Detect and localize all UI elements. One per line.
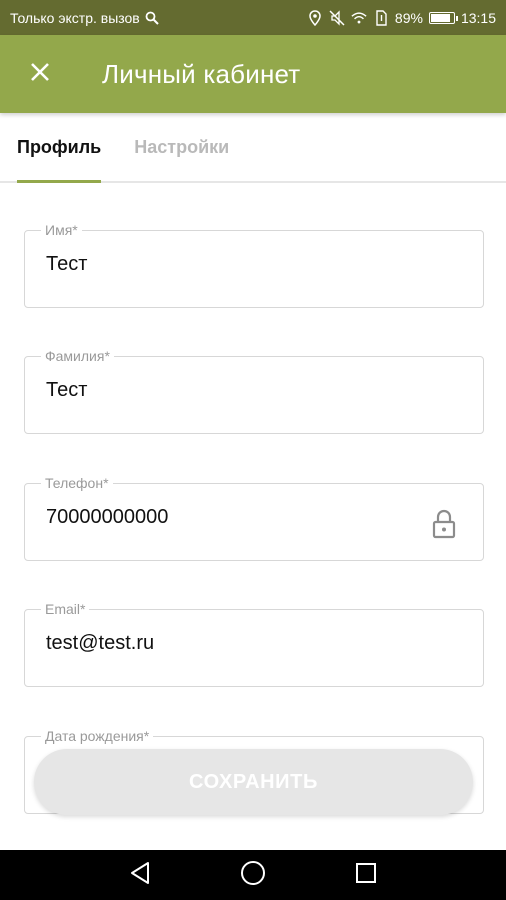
first-name-input[interactable]: [46, 253, 426, 276]
phone-field[interactable]: Телефон*: [24, 475, 484, 561]
carrier-text: Только экстр. вызов: [10, 9, 140, 26]
search-icon: [144, 10, 160, 26]
wifi-icon: [351, 10, 367, 26]
phone-input[interactable]: [46, 506, 426, 529]
email-input[interactable]: [46, 632, 426, 655]
first-name-field[interactable]: Имя*: [24, 222, 484, 308]
last-name-label: Фамилия*: [41, 348, 114, 364]
lock-icon: [431, 508, 457, 540]
save-button[interactable]: СОХРАНИТЬ: [34, 749, 473, 815]
phone-label: Телефон*: [41, 475, 113, 491]
battery-icon: [428, 11, 458, 24]
sim-icon: [373, 9, 389, 26]
email-label: Email*: [41, 601, 90, 617]
recents-button[interactable]: [342, 851, 390, 899]
status-left: Только экстр. вызов: [10, 10, 160, 26]
email-field[interactable]: Email*: [24, 601, 484, 687]
close-icon: [30, 62, 50, 87]
app-bar: Личный кабинет: [0, 35, 506, 113]
tab-profile[interactable]: Профиль: [17, 113, 102, 183]
birth-date-label: Дата рождения*: [41, 728, 154, 744]
navigation-bar: [0, 850, 506, 900]
battery-level: [430, 13, 450, 22]
back-icon: [129, 861, 151, 890]
home-button[interactable]: [229, 851, 277, 899]
clock: 13:15: [460, 9, 496, 26]
last-name-input[interactable]: [46, 379, 426, 402]
home-icon: [240, 860, 266, 891]
location-icon: [307, 9, 323, 26]
recents-icon: [355, 862, 377, 889]
status-bar: Только экстр. вызов 89% 13:15: [0, 0, 506, 35]
tab-settings[interactable]: Настройки: [134, 113, 229, 181]
last-name-field[interactable]: Фамилия*: [24, 348, 484, 434]
status-right: 89% 13:15: [307, 10, 496, 26]
tab-bar: Профиль Настройки: [0, 113, 506, 183]
back-button[interactable]: [116, 851, 164, 899]
page-title: Личный кабинет: [102, 58, 301, 89]
battery-percent: 89%: [394, 9, 423, 26]
first-name-label: Имя*: [41, 222, 82, 238]
close-button[interactable]: [0, 35, 80, 113]
mute-icon: [329, 9, 345, 26]
